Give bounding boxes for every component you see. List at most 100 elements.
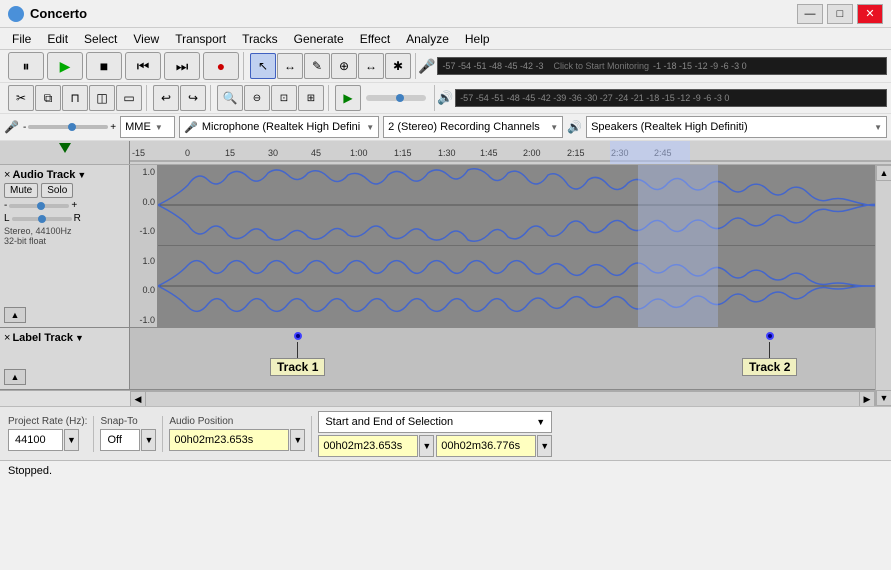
track-arrow-button[interactable]: ▲	[4, 307, 26, 323]
timeshift-tool[interactable]: ↔	[358, 53, 384, 79]
skip-start-button[interactable]: ⏮	[125, 52, 161, 80]
speaker-value: Speakers (Realtek High Definiti)	[591, 121, 870, 133]
playback-slider[interactable]	[366, 95, 426, 101]
selection-group: Start and End of Selection ▼ 00h02m23.65…	[318, 411, 552, 457]
output-meter[interactable]: -57 -54 -51 -48 -45 -42 -39 -36 -30 -27 …	[455, 89, 887, 107]
menu-help[interactable]: Help	[457, 30, 498, 48]
mute-solo-row: Mute Solo	[4, 183, 125, 198]
h-scroll-right[interactable]: ▶	[859, 391, 875, 406]
zoom-in-button[interactable]: 🔍	[217, 85, 243, 111]
zoom-sel-button[interactable]: ⊡	[271, 85, 297, 111]
copy-button[interactable]: ⧉	[35, 85, 61, 111]
zoom-out-button[interactable]: ⊖	[244, 85, 270, 111]
silence-button[interactable]: ▭	[116, 85, 142, 111]
zoom-tool[interactable]: ⊕	[331, 53, 357, 79]
label-track-dropdown-arrow[interactable]: ▼	[75, 333, 84, 343]
sel-end-arrow[interactable]: ▼	[537, 435, 552, 457]
snap-to-arrow[interactable]: ▼	[141, 429, 156, 451]
v-scroll-thumb[interactable]	[876, 181, 891, 390]
skip-end-button[interactable]: ⏭	[164, 52, 200, 80]
paste-button[interactable]: ⊓	[62, 85, 88, 111]
mic-dropdown[interactable]: 🎤 Microphone (Realtek High Defini ▼	[179, 116, 379, 138]
mic-icon3: 🎤	[184, 121, 198, 134]
selection-tool[interactable]: ↖	[250, 53, 276, 79]
v-scroll-up[interactable]: ▲	[876, 165, 891, 181]
menu-view[interactable]: View	[125, 30, 167, 48]
menu-file[interactable]: File	[4, 30, 39, 48]
pause-button[interactable]: ⏸	[8, 52, 44, 80]
menu-effect[interactable]: Effect	[352, 30, 398, 48]
sel-start-value[interactable]: 00h02m23.653s	[318, 435, 418, 457]
menu-select[interactable]: Select	[76, 30, 125, 48]
v-scroll-down[interactable]: ▼	[876, 390, 891, 406]
menu-generate[interactable]: Generate	[286, 30, 352, 48]
selection-arrow: ▼	[536, 417, 545, 427]
redo-button[interactable]: ↪	[180, 85, 206, 111]
label-track-close[interactable]: ×	[4, 332, 10, 344]
speaker-icon2: 🔊	[567, 120, 582, 134]
record-button[interactable]: ●	[203, 52, 239, 80]
solo-button[interactable]: Solo	[41, 183, 73, 198]
stop-button[interactable]: ■	[86, 52, 122, 80]
speaker-dropdown[interactable]: Speakers (Realtek High Definiti) ▼	[586, 116, 887, 138]
input-vol-thumb[interactable]	[68, 123, 76, 131]
timeline-ruler[interactable]: -15 0 15 30 45 1:00 1:15 1:30 1:45 2:00 …	[130, 141, 891, 164]
label-track-content[interactable]: Track 1 Track 2	[130, 328, 875, 389]
menu-tracks[interactable]: Tracks	[234, 30, 286, 48]
click-to-monitor[interactable]: Click to Start Monitoring	[554, 61, 650, 71]
input-meter[interactable]: -57 -54 -51 -48 -45 -42 -3 Click to Star…	[437, 57, 887, 75]
h-scroll-left[interactable]: ◀	[130, 391, 146, 406]
play-button[interactable]: ▶	[47, 52, 83, 80]
mic-value: Microphone (Realtek High Defini	[202, 121, 362, 133]
menu-transport[interactable]: Transport	[167, 30, 234, 48]
window-controls: — □ ✕	[797, 4, 883, 24]
project-rate-arrow[interactable]: ▼	[64, 429, 79, 451]
undo-button[interactable]: ↩	[153, 85, 179, 111]
pan-thumb[interactable]	[38, 215, 46, 223]
output-db-scale: -57 -54 -51 -48 -45 -42 -39 -36 -30 -27 …	[460, 93, 729, 103]
label-track-arrow[interactable]: ▲	[4, 369, 26, 385]
snap-to-value[interactable]: Off	[100, 429, 140, 451]
trim-button[interactable]: ◫	[89, 85, 115, 111]
h-scroll-thumb[interactable]	[146, 391, 859, 406]
input-vol-track[interactable]	[28, 125, 108, 129]
gain-thumb[interactable]	[37, 202, 45, 210]
sep2	[162, 416, 163, 452]
pan-row: L R	[4, 213, 125, 224]
minimize-button[interactable]: —	[797, 4, 823, 24]
waveform-svg-area[interactable]	[158, 165, 875, 327]
maximize-button[interactable]: □	[827, 4, 853, 24]
zoom-fit-button[interactable]: ⊞	[298, 85, 324, 111]
cut-button[interactable]: ✂	[8, 85, 34, 111]
audio-track-dropdown-arrow[interactable]: ▼	[77, 170, 86, 180]
sel-end-input: 00h02m36.776s ▼	[436, 435, 552, 457]
playback-thumb[interactable]	[396, 94, 404, 102]
pan-slider[interactable]	[12, 217, 72, 221]
audio-track-close[interactable]: ×	[4, 169, 10, 181]
menu-analyze[interactable]: Analyze	[398, 30, 457, 48]
tools-section: ↖ ↔ ✎ ⊕ ↔ ✱	[246, 53, 416, 79]
multi-tool[interactable]: ✱	[385, 53, 411, 79]
play-green-button[interactable]: ▶	[335, 85, 361, 111]
project-rate-group: Project Rate (Hz): 44100 ▼	[8, 416, 87, 451]
envelope-tool[interactable]: ↔	[277, 53, 303, 79]
vol-minus: -	[23, 122, 26, 133]
close-button[interactable]: ✕	[857, 4, 883, 24]
sel-start-arrow[interactable]: ▼	[419, 435, 434, 457]
menu-edit[interactable]: Edit	[39, 30, 76, 48]
mute-button[interactable]: Mute	[4, 183, 38, 198]
audio-position-value[interactable]: 00h02m23.653s	[169, 429, 289, 451]
y-bot-ch1: -1.0	[132, 226, 155, 236]
audio-position-arrow[interactable]: ▼	[290, 429, 305, 451]
pencil-tool[interactable]: ✎	[304, 53, 330, 79]
audio-track-content[interactable]: 1.0 0.0 -1.0 1.0 0.0 -1.0	[130, 165, 875, 327]
selection-dropdown[interactable]: Start and End of Selection ▼	[318, 411, 552, 433]
sel-end-value[interactable]: 00h02m36.776s	[436, 435, 536, 457]
input-meter-area: 🎤 -57 -54 -51 -48 -45 -42 -3 Click to St…	[418, 57, 887, 75]
channels-dropdown[interactable]: 2 (Stereo) Recording Channels ▼	[383, 116, 563, 138]
project-rate-value[interactable]: 44100	[8, 429, 63, 451]
selection-times: 00h02m23.653s ▼ 00h02m36.776s ▼	[318, 435, 552, 457]
gain-slider[interactable]	[9, 204, 69, 208]
y-axis: 1.0 0.0 -1.0 1.0 0.0 -1.0	[130, 165, 158, 327]
audio-host-dropdown[interactable]: MME ▼	[120, 116, 175, 138]
